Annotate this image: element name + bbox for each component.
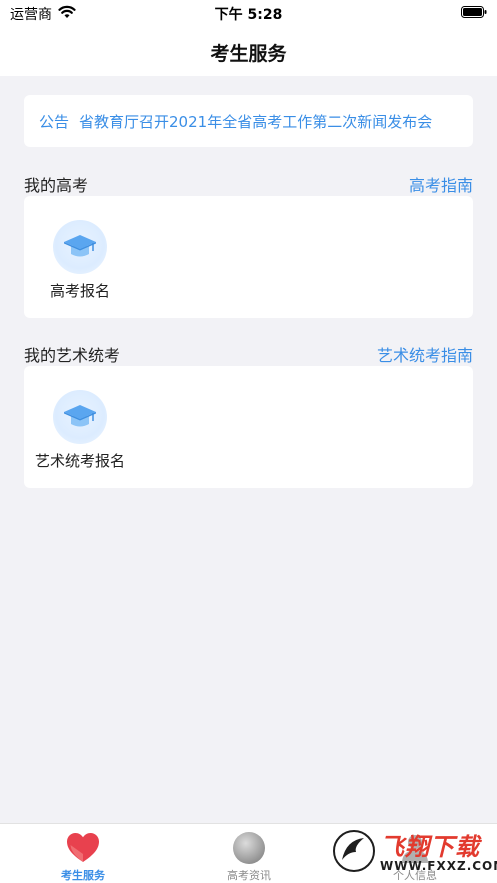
tab-gaokao-news[interactable]: 高考资讯 — [166, 824, 332, 883]
gaokao-register-tile[interactable]: 高考报名 — [25, 220, 135, 301]
heart-icon — [67, 833, 99, 862]
art-exam-guide-link[interactable]: 艺术统考指南 — [377, 342, 473, 366]
graduation-cap-icon — [64, 405, 96, 427]
navigation-bar: 考生服务 — [0, 26, 497, 76]
page-title: 考生服务 — [210, 43, 287, 65]
watermark-logo-icon — [333, 830, 375, 872]
announcement-banner[interactable]: 公告 省教育厅召开2021年全省高考工作第二次新闻发布会 — [24, 95, 473, 147]
section-title-gaokao: 我的高考 — [24, 176, 89, 195]
gaokao-card: 高考报名 — [24, 196, 473, 318]
battery-icon — [461, 6, 487, 18]
section-title-art-exam: 我的艺术统考 — [24, 346, 121, 365]
watermark: 飞翔下载 WWW.FXXZ.COM — [332, 823, 497, 881]
gaokao-register-label: 高考报名 — [49, 282, 110, 300]
icon-circle — [53, 390, 107, 444]
art-exam-register-label: 艺术统考报名 — [34, 452, 125, 470]
art-exam-card: 艺术统考报名 — [24, 366, 473, 488]
watermark-url: WWW.FXXZ.COM — [380, 859, 497, 873]
graduation-cap-icon — [64, 235, 96, 257]
icon-circle — [53, 220, 107, 274]
gaokao-guide-link[interactable]: 高考指南 — [409, 172, 473, 196]
watermark-text: 飞翔下载 — [380, 833, 480, 861]
announcement-label: 公告 — [39, 112, 70, 131]
status-bar: 运营商 下午 5:28 — [0, 0, 497, 26]
globe-icon — [233, 832, 265, 864]
status-time: 下午 5:28 — [214, 7, 283, 23]
art-exam-register-tile[interactable]: 艺术统考报名 — [25, 390, 135, 471]
tab-gaokao-news-label: 高考资讯 — [227, 869, 271, 882]
announcement-text[interactable]: 省教育厅召开2021年全省高考工作第二次新闻发布会 — [79, 111, 432, 132]
tab-exam-service-label: 考生服务 — [61, 869, 105, 882]
tab-exam-service[interactable]: 考生服务 — [0, 824, 166, 883]
